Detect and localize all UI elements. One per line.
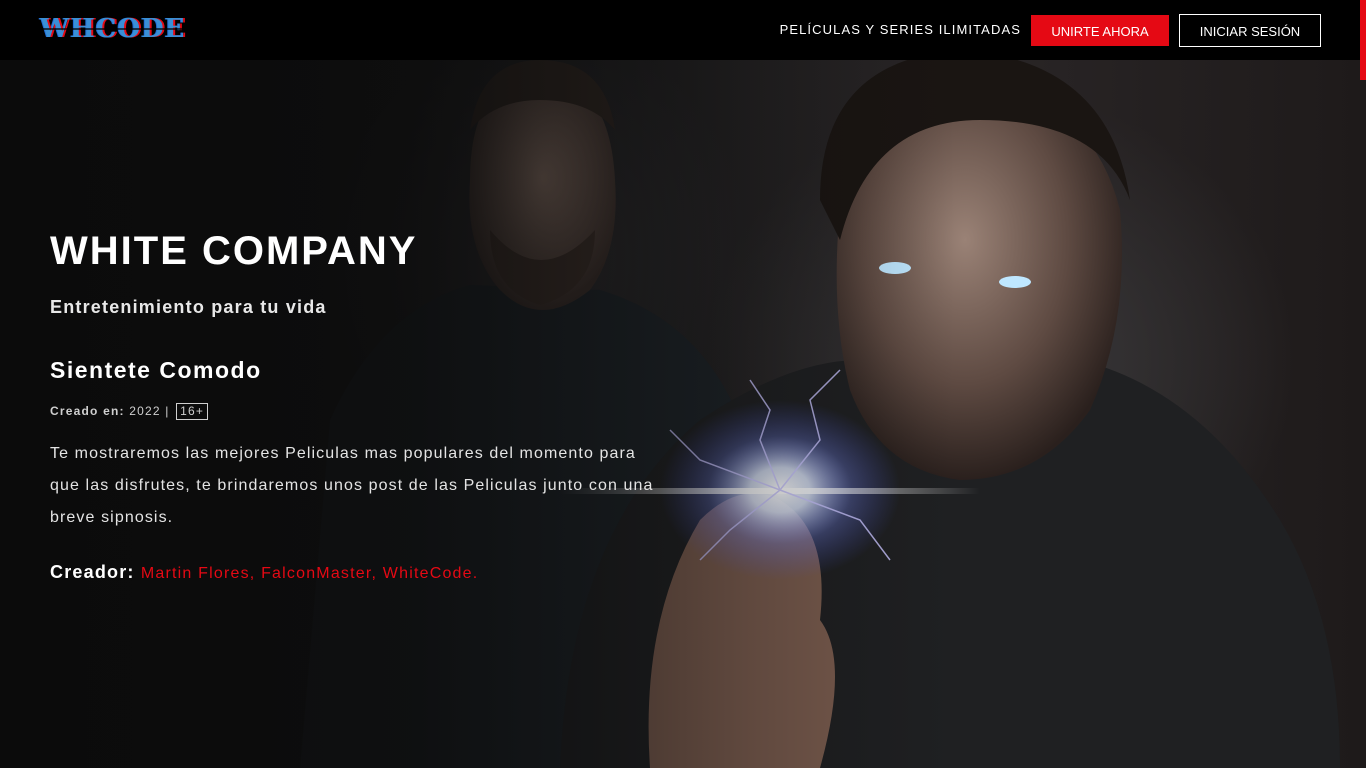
age-rating-badge: 16+ bbox=[176, 403, 209, 420]
site-logo[interactable]: WHCODE bbox=[40, 14, 186, 44]
meta-separator: | bbox=[165, 404, 170, 418]
top-navigation-bar: WHCODE PELÍCULAS Y SERIES ILIMITADAS UNI… bbox=[0, 0, 1366, 60]
creator-label: Creador: bbox=[50, 562, 135, 582]
hero-heading: Sientete Comodo bbox=[50, 357, 262, 383]
creator-line: Creador: Martin Flores, FalconMaster, Wh… bbox=[50, 560, 478, 586]
scrollbar-thumb[interactable] bbox=[1360, 0, 1366, 80]
sign-in-button[interactable]: INICIAR SESIÓN bbox=[1179, 14, 1321, 47]
header-tagline: PELÍCULAS Y SERIES ILIMITADAS bbox=[779, 22, 1021, 37]
join-now-button[interactable]: UNIRTE AHORA bbox=[1031, 15, 1169, 46]
hero-title: WHITE COMPANY bbox=[50, 229, 418, 273]
created-label: Creado en: bbox=[50, 404, 125, 418]
created-year: 2022 bbox=[129, 404, 161, 418]
creator-names: Martin Flores, FalconMaster, WhiteCode. bbox=[140, 565, 479, 582]
hero-meta: Creado en: 2022 | 16+ bbox=[50, 402, 209, 420]
hero-description: Te mostraremos las mejores Peliculas mas… bbox=[50, 445, 654, 526]
hero-banner: WHITE COMPANY Entretenimiento para tu vi… bbox=[0, 60, 1366, 768]
hero-subtitle: Entretenimiento para tu vida bbox=[50, 297, 327, 317]
